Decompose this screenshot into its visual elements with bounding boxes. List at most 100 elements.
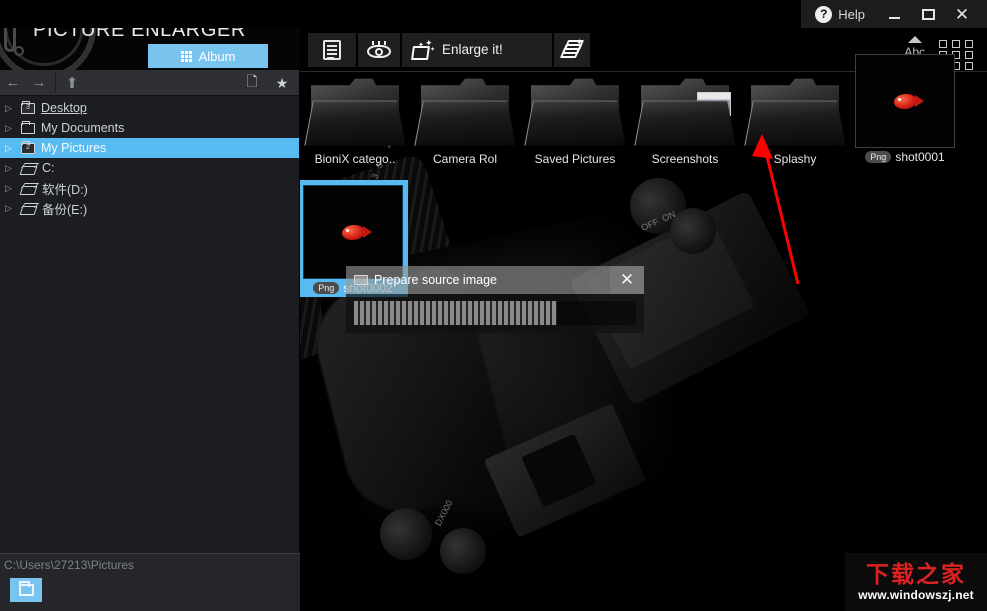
pictures-folder-icon: 2 bbox=[21, 140, 35, 154]
enlarge-button-label: Enlarge it! bbox=[442, 42, 503, 57]
sidebar-item-label: 软件(D:) bbox=[42, 182, 88, 197]
folder-icon bbox=[744, 70, 846, 150]
enlarge-button[interactable]: ✦ ✦ ✦ Enlarge it! bbox=[402, 32, 552, 67]
help-label: Help bbox=[838, 6, 865, 22]
thumbnail-label: BioniX catego.. bbox=[314, 152, 396, 166]
forward-button[interactable]: → bbox=[26, 71, 52, 95]
sidebar-item-desktop[interactable]: ▷ 3 Desktop bbox=[0, 98, 299, 118]
prepare-source-dialog: Prepare source image ✕ bbox=[346, 266, 644, 333]
open-folder-button[interactable] bbox=[10, 578, 42, 602]
watermark-chinese: 下载之家 bbox=[866, 562, 966, 588]
file-list-button[interactable] bbox=[308, 32, 356, 67]
close-button[interactable]: ✕ bbox=[947, 1, 977, 27]
folder-icon bbox=[634, 70, 736, 150]
sidebar-item-label: My Pictures bbox=[41, 141, 107, 155]
window-controls: ? Help ✕ bbox=[801, 0, 987, 28]
navbar-right-group: 🗋 ★ bbox=[239, 70, 295, 96]
drive-icon bbox=[21, 183, 36, 194]
layers-star-icon: ✦ bbox=[559, 37, 585, 60]
new-folder-icon[interactable]: 🗋 bbox=[239, 71, 265, 95]
thumbnail-label: Png shot0001 bbox=[850, 150, 960, 164]
fish-image bbox=[894, 94, 924, 109]
back-button[interactable]: ← bbox=[0, 71, 26, 95]
expand-arrow-icon[interactable]: ▷ bbox=[5, 143, 15, 154]
batch-button[interactable]: ✦ bbox=[554, 32, 590, 67]
thumbnail-label: Screenshots bbox=[651, 152, 719, 166]
desktop-folder-icon: 3 bbox=[21, 100, 35, 114]
expand-arrow-icon[interactable]: ▷ bbox=[5, 103, 15, 114]
album-button-label: Album bbox=[198, 48, 236, 64]
expand-arrow-icon[interactable]: ▷ bbox=[5, 163, 15, 174]
folder-tree: ▷ 3 Desktop ▷ My Documents ▷ 2 My Pictur… bbox=[0, 96, 299, 218]
maximize-icon bbox=[921, 8, 935, 20]
folder-icon bbox=[414, 70, 516, 150]
up-button[interactable]: ⬆ bbox=[59, 71, 85, 95]
dialog-icon bbox=[354, 275, 368, 285]
thumbnail-item[interactable]: Saved Pictures bbox=[520, 70, 630, 166]
sort-ascending-icon bbox=[907, 36, 922, 43]
thumbnail-item[interactable]: Screenshots bbox=[630, 70, 740, 166]
minimize-button[interactable] bbox=[879, 1, 909, 27]
thumbnail-name: shot0001 bbox=[895, 150, 945, 164]
preview-button[interactable] bbox=[358, 32, 400, 67]
sidebar-item-label: 备份(E:) bbox=[42, 202, 88, 217]
current-path: C:\Users\27213\Pictures bbox=[4, 558, 135, 572]
sidebar-item-drive-c[interactable]: ▷ C: bbox=[0, 158, 299, 178]
image-preview bbox=[303, 185, 403, 279]
minimize-icon bbox=[888, 16, 900, 19]
sidebar-item-drive-d[interactable]: ▷ 软件(D:) bbox=[0, 178, 299, 198]
drive-icon bbox=[21, 203, 36, 214]
folder-icon bbox=[524, 70, 626, 150]
file-browser-panel: ← → ⬆ 🗋 ★ ▷ 3 Desktop ▷ My Documents ▷ 2… bbox=[0, 70, 300, 611]
app-window: 55 45 35 28 OFF ON DX000 bbox=[0, 0, 987, 611]
sidebar-item-label: Desktop bbox=[41, 101, 87, 115]
drive-icon bbox=[21, 163, 36, 174]
thumbnail-item[interactable]: BioniX catego.. bbox=[300, 70, 410, 166]
thumbnail-item[interactable]: Png shot0001 bbox=[850, 54, 960, 164]
thumbnail-label: Saved Pictures bbox=[534, 152, 616, 166]
album-button[interactable]: Album bbox=[148, 44, 268, 68]
help-icon: ? bbox=[815, 5, 833, 23]
dialog-close-button[interactable]: ✕ bbox=[610, 266, 644, 294]
watermark: 下载之家 www.windowszj.net bbox=[845, 553, 987, 611]
magic-wand-icon: ✦ ✦ ✦ bbox=[411, 39, 435, 60]
thumbnail-item[interactable]: Splashy bbox=[740, 70, 850, 166]
grid-icon bbox=[180, 50, 192, 62]
nav-separator bbox=[55, 72, 56, 93]
maximize-button[interactable] bbox=[913, 1, 943, 27]
favorite-star-icon[interactable]: ★ bbox=[269, 71, 295, 95]
sidebar-item-drive-e[interactable]: ▷ 备份(E:) bbox=[0, 198, 299, 218]
browser-navbar: ← → ⬆ 🗋 ★ bbox=[0, 70, 299, 96]
sidebar-item-my-documents[interactable]: ▷ My Documents bbox=[0, 118, 299, 138]
file-type-badge: Png bbox=[313, 282, 340, 294]
window-titlebar: ? Help ✕ bbox=[0, 0, 987, 28]
expand-arrow-icon[interactable]: ▷ bbox=[5, 183, 15, 194]
thumbnail-grid: BioniX catego.. Camera Rol Saved Picture… bbox=[300, 54, 987, 611]
sidebar-item-my-pictures[interactable]: ▷ 2 My Pictures bbox=[0, 138, 299, 158]
thumbnail-label: Camera Rol bbox=[432, 152, 498, 166]
watermark-url: www.windowszj.net bbox=[858, 588, 974, 602]
thumbnail-item[interactable]: Camera Rol bbox=[410, 70, 520, 166]
thumbnail-label: Splashy bbox=[773, 152, 817, 166]
file-type-badge: Png bbox=[865, 151, 892, 163]
progress-bar-track bbox=[354, 301, 636, 325]
image-preview bbox=[855, 54, 955, 148]
folder-icon bbox=[18, 581, 34, 596]
close-icon: ✕ bbox=[954, 4, 970, 24]
sidebar-item-label: C: bbox=[42, 161, 55, 175]
sidebar-item-label: My Documents bbox=[41, 121, 125, 135]
help-button[interactable]: ? Help bbox=[813, 4, 875, 25]
document-icon bbox=[323, 39, 341, 60]
progress-bar-fill bbox=[354, 301, 558, 325]
fish-image bbox=[342, 225, 372, 240]
lens-dot-graphic bbox=[14, 46, 24, 56]
dialog-titlebar: Prepare source image ✕ bbox=[346, 266, 644, 294]
dialog-title: Prepare source image bbox=[374, 273, 497, 287]
expand-arrow-icon[interactable]: ▷ bbox=[5, 123, 15, 134]
dialog-body bbox=[346, 294, 644, 333]
documents-folder-icon bbox=[21, 120, 35, 134]
eye-icon bbox=[367, 40, 391, 59]
expand-arrow-icon[interactable]: ▷ bbox=[5, 203, 15, 214]
path-status-bar: C:\Users\27213\Pictures bbox=[0, 553, 300, 611]
folder-icon bbox=[304, 70, 406, 150]
